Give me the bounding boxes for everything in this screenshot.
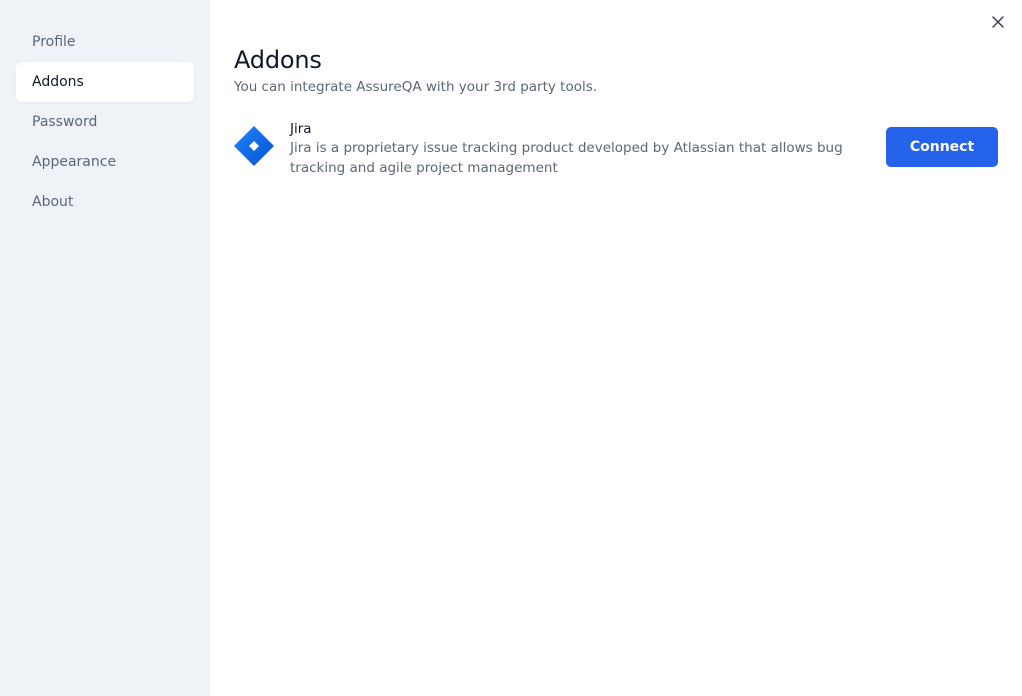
page-subtitle: You can integrate AssureQA with your 3rd…: [234, 79, 598, 95]
close-icon: [992, 16, 1004, 28]
addon-name: Jira: [290, 121, 312, 137]
sidebar-item-label: Addons: [32, 74, 84, 90]
settings-sidebar: Profile Addons Password Appearance About: [0, 0, 210, 696]
addon-item-jira: Jira Jira is a proprietary issue trackin…: [234, 120, 998, 178]
sidebar-item-label: About: [32, 194, 74, 210]
page-title: Addons: [234, 46, 322, 74]
sidebar-item-password[interactable]: Password: [16, 102, 194, 142]
sidebar-item-addons[interactable]: Addons: [16, 62, 194, 102]
settings-window: Profile Addons Password Appearance About…: [0, 0, 1022, 696]
sidebar-item-profile[interactable]: Profile: [16, 22, 194, 62]
sidebar-item-about[interactable]: About: [16, 182, 194, 222]
jira-logo-icon: [234, 126, 274, 166]
addon-text: Jira Jira is a proprietary issue trackin…: [290, 120, 858, 178]
close-button[interactable]: [988, 12, 1008, 32]
addons-panel: Addons You can integrate AssureQA with y…: [210, 0, 1022, 696]
sidebar-item-label: Password: [32, 114, 98, 130]
sidebar-item-label: Profile: [32, 34, 76, 50]
sidebar-item-appearance[interactable]: Appearance: [16, 142, 194, 182]
connect-button[interactable]: Connect: [886, 127, 998, 167]
addon-description: Jira is a proprietary issue tracking pro…: [290, 140, 843, 176]
sidebar-item-label: Appearance: [32, 154, 117, 170]
